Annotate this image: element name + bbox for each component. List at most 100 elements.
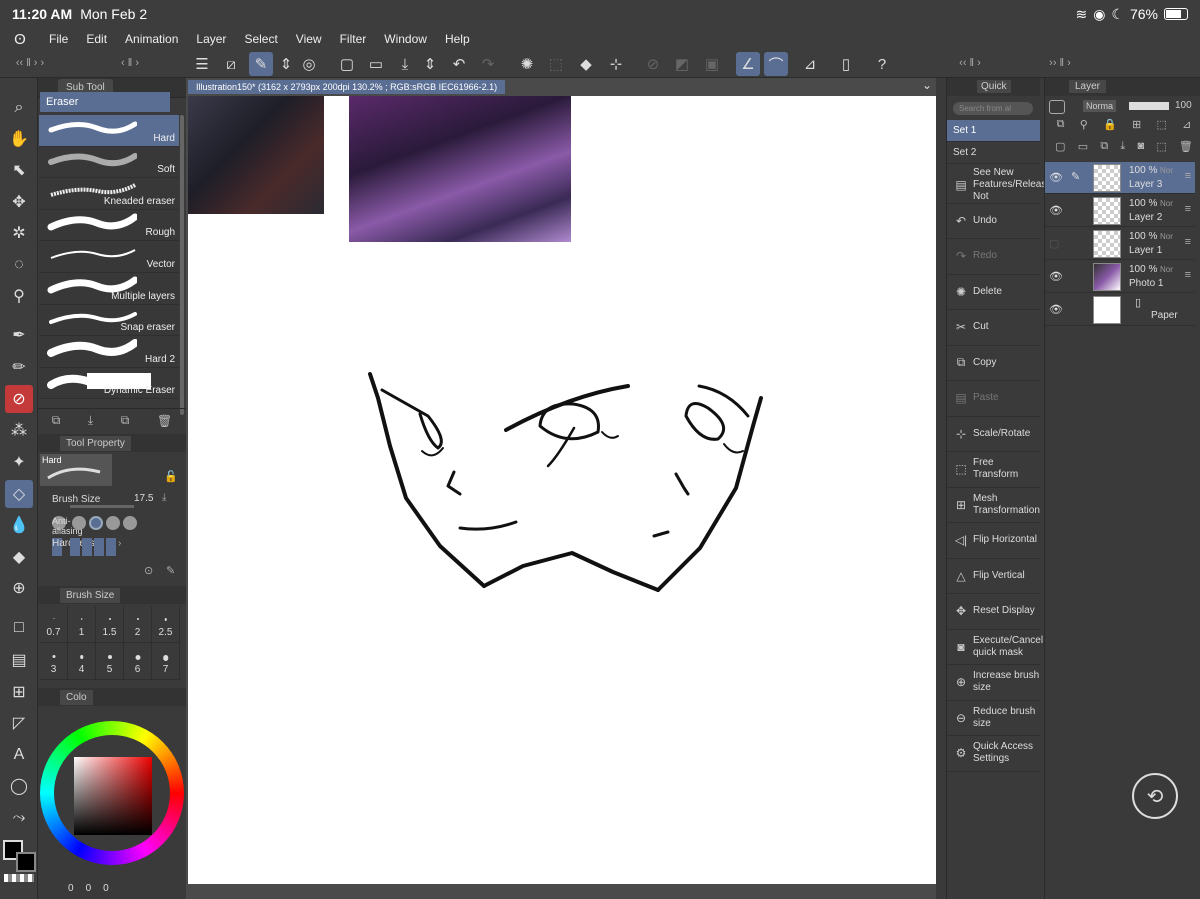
document-tab-chevron-icon[interactable]: ⌄ — [922, 78, 932, 92]
move-tool-icon[interactable]: ✥ — [5, 188, 33, 216]
menu-file[interactable]: File — [40, 32, 77, 46]
redo-toolbar-icon[interactable]: ↷ — [476, 52, 500, 76]
lock-alpha-icon[interactable]: ⊞ — [1132, 118, 1141, 138]
quick-access-tab[interactable]: Quick — [977, 80, 1011, 93]
balloon-tool-icon[interactable]: ◯ — [5, 772, 33, 800]
aa-strong-option[interactable] — [123, 516, 137, 530]
merge-layer-icon[interactable]: ⤓ — [1120, 140, 1125, 160]
brush-size-preset[interactable]: 1.5 — [96, 606, 124, 643]
gradient-tool-icon[interactable]: ▤ — [5, 646, 33, 674]
layer-row-layer-3[interactable]: 👁 ✎ 100 % Nor Layer 3 ≡ — [1045, 162, 1195, 194]
new-folder-icon[interactable]: ▭ — [1078, 140, 1088, 160]
open-file-icon[interactable]: ▭ — [364, 52, 388, 76]
brush-hard-2[interactable]: Hard 2 — [39, 336, 179, 368]
quick-flip-horizontal[interactable]: ◁| Flip Horizontal — [947, 523, 1040, 559]
deselect-icon[interactable]: ⊘ — [641, 52, 665, 76]
app-logo-icon[interactable]: ʘ — [0, 31, 40, 48]
layer-menu-icon[interactable]: ≡ — [1185, 170, 1191, 182]
brush-size-tab[interactable]: Brush Size — [60, 588, 121, 603]
color-tab[interactable]: Colo — [60, 690, 93, 705]
zoom-tool-icon[interactable]: ⌕ — [5, 94, 33, 122]
brush-size-pressure-icon[interactable]: ⤓ — [162, 492, 166, 503]
lock-layer-icon[interactable]: 🔒 — [1103, 118, 1117, 138]
delete-layer-icon[interactable]: 🗑 — [1179, 140, 1193, 160]
decoration-tool-icon[interactable]: ⁂ — [5, 416, 33, 444]
correct-line-icon[interactable]: ⤳ — [5, 804, 33, 832]
fill-icon[interactable]: ◆ — [574, 52, 598, 76]
brush-size-preset[interactable]: 2 — [124, 606, 152, 643]
subtool-settings-icon[interactable]: ⧉ — [52, 413, 61, 428]
quick-access-search[interactable]: Search from al — [947, 96, 1040, 120]
sub-color-swatch[interactable] — [16, 852, 36, 872]
brush-size-slider[interactable] — [70, 505, 134, 508]
brush-size-preset[interactable]: 5 — [96, 643, 124, 680]
quick-access-search-input[interactable]: Search from al — [953, 101, 1033, 115]
mask-icon[interactable]: ⬚ — [1156, 118, 1166, 138]
quick-see-new-features[interactable]: ▤ See New Features/Release Not — [947, 167, 1052, 204]
quick-reduce-brush[interactable]: ⊖ Reduce brush size — [947, 701, 1040, 736]
hardness-row[interactable]: Hardness › — [38, 536, 186, 558]
transform-icon[interactable]: ⊹ — [604, 52, 628, 76]
operation-tool-icon[interactable]: ⬉ — [5, 156, 33, 184]
magic-wand-icon[interactable]: ✲ — [5, 219, 33, 247]
hamburger-menu-icon[interactable]: ☰ — [190, 52, 214, 76]
fill-tool-icon[interactable]: ◆ — [5, 543, 33, 571]
figure-tool-icon[interactable]: □ — [5, 614, 33, 642]
menu-animation[interactable]: Animation — [116, 32, 187, 46]
clip-icon[interactable]: ⧉ — [1057, 118, 1065, 138]
brush-soft[interactable]: Soft — [39, 146, 179, 179]
brush-dynamic-eraser[interactable]: Dynamic Eraser — [39, 367, 179, 400]
menu-edit[interactable]: Edit — [77, 32, 116, 46]
layer-menu-icon[interactable]: ≡ — [1185, 269, 1191, 281]
clear-icon[interactable]: ✺ — [515, 52, 539, 76]
visibility-off-icon[interactable]: ▢ — [1049, 237, 1059, 250]
saturation-value-square[interactable] — [74, 757, 152, 835]
hardness-level[interactable] — [106, 538, 116, 556]
gradient-mesh-icon[interactable]: ⊕ — [5, 574, 33, 602]
hardness-level[interactable] — [82, 538, 92, 556]
text-tool-icon[interactable]: A — [5, 741, 33, 769]
duplicate-layer-icon[interactable]: ⧉ — [1100, 140, 1108, 160]
brush-size-preset[interactable]: 2.5 — [152, 606, 180, 643]
quick-free-transform[interactable]: ⬚ Free Transform — [947, 452, 1040, 488]
visibility-eye-icon[interactable]: 👁 — [1049, 171, 1063, 184]
left-panel-tabs[interactable]: ‹‹ ‖ › › — [0, 52, 60, 74]
layer-panel-tabs[interactable]: ›› ‖ › — [1030, 52, 1090, 74]
property-wrench-icon[interactable]: ✎ — [166, 564, 175, 577]
layer-tab[interactable]: Layer — [1069, 80, 1107, 93]
airbrush-tool-icon[interactable]: ⊘ — [5, 385, 33, 413]
anti-aliasing-row[interactable]: Anti-aliasing — [38, 512, 186, 536]
eyedropper-icon[interactable]: ⚲ — [5, 282, 33, 310]
menu-view[interactable]: View — [287, 32, 331, 46]
layer-row-paper[interactable]: 👁 ▯ Paper — [1045, 294, 1195, 326]
brush-kneaded[interactable]: Kneaded eraser — [39, 178, 179, 210]
undo-toolbar-icon[interactable]: ↶ — [447, 52, 471, 76]
crop-icon[interactable]: ▣ — [700, 52, 724, 76]
aa-none-option[interactable] — [72, 516, 86, 530]
subtool-panel-tabs[interactable]: ‹ ‖ › — [100, 52, 160, 74]
ruler-tool-icon[interactable]: ◸ — [5, 709, 33, 737]
quick-copy[interactable]: ⧉ Copy — [947, 346, 1040, 381]
quick-access-settings[interactable]: ⚙ Quick Access Settings — [947, 736, 1040, 772]
select-all-icon[interactable]: ⬚ — [544, 52, 568, 76]
brush-size-preset[interactable]: 4 — [68, 643, 96, 680]
brush-size-value[interactable]: 17.5 — [134, 488, 153, 510]
layer-row-layer-1[interactable]: ▢ 100 % Nor Layer 1 ≡ — [1045, 228, 1195, 260]
brush-size-preset[interactable]: 6 — [124, 643, 152, 680]
frame-tool-icon[interactable]: ⊞ — [5, 678, 33, 706]
aa-mid-option[interactable] — [106, 516, 120, 530]
new-file-icon[interactable]: ▢ — [335, 52, 359, 76]
brush-snap-eraser[interactable]: Snap eraser — [39, 304, 179, 337]
menu-filter[interactable]: Filter — [331, 32, 376, 46]
layer-mask-icon[interactable]: ◙ — [1137, 140, 1144, 160]
layer-menu-icon[interactable]: ≡ — [1185, 236, 1191, 248]
opacity-value[interactable]: 100 — [1175, 100, 1192, 111]
hardness-level[interactable] — [70, 538, 80, 556]
opacity-slider[interactable] — [1129, 102, 1169, 110]
property-reset-icon[interactable]: ⊙ — [144, 564, 153, 577]
device-icon[interactable]: ▯ — [834, 52, 858, 76]
layer-menu-icon[interactable]: ≡ — [1185, 203, 1191, 215]
lasso-tool-icon[interactable]: ◌ — [5, 251, 33, 279]
pen-tool-icon[interactable]: ✒ — [5, 321, 33, 349]
reference-icon[interactable]: ◎ — [297, 52, 321, 76]
